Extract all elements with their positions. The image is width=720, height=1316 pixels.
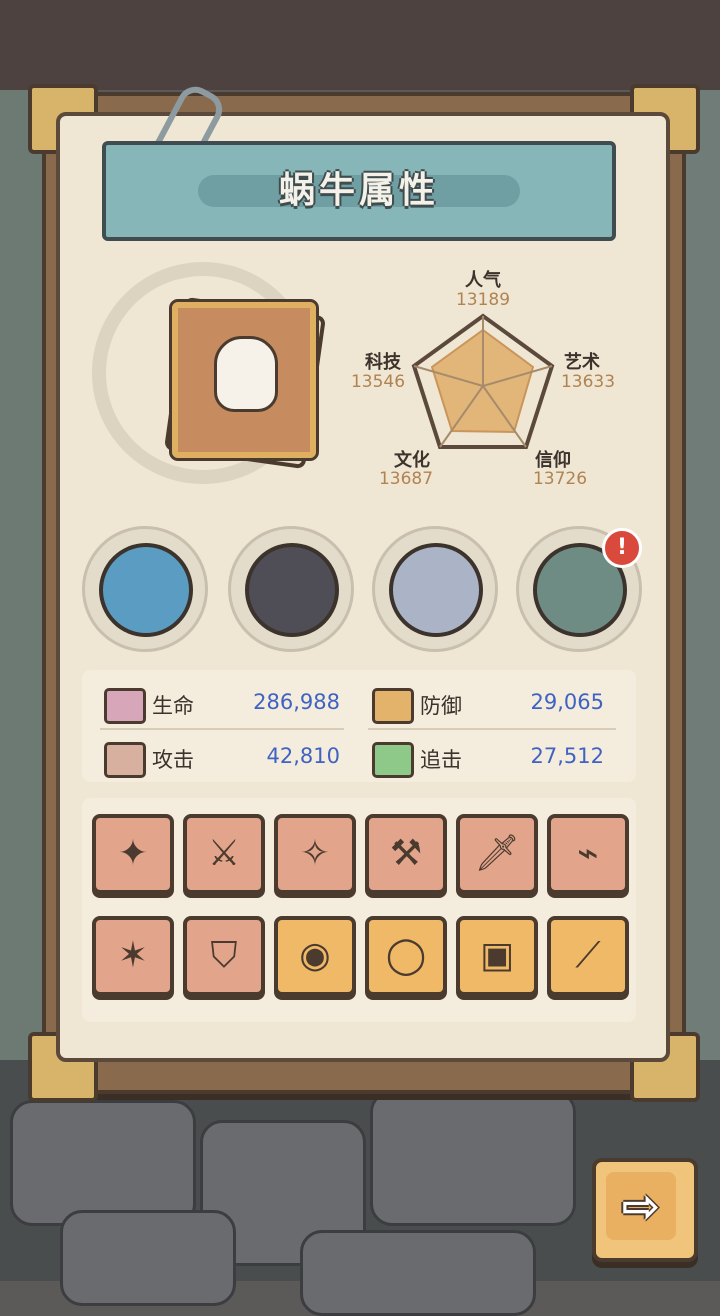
equipment-slot[interactable]: ✧: [274, 814, 356, 894]
equipment-slot[interactable]: ▣: [456, 916, 538, 996]
equipment-slot[interactable]: ✦: [92, 814, 174, 894]
equipment-slot[interactable]: ⚔: [183, 814, 265, 894]
golden-helmet-icon: ⛉: [210, 935, 238, 976]
defense-icon: [372, 688, 414, 724]
attr-value-pursuit: 27,512: [530, 744, 604, 768]
health-icon: [104, 688, 146, 724]
goggles-icon: ◉: [299, 935, 331, 976]
ring-icon: ◯: [385, 935, 427, 976]
rock: [60, 1210, 236, 1306]
stat-value-popularity: 13189: [455, 290, 511, 310]
stat-value-art: 13633: [560, 372, 616, 392]
spear-icon: ✶: [117, 935, 149, 976]
compass-icon: [389, 543, 483, 637]
rock: [370, 1090, 576, 1226]
stat-value-culture: 13687: [378, 469, 434, 489]
dragon-relic-icon: [99, 543, 193, 637]
equipment-slot[interactable]: ⚒: [365, 814, 447, 894]
stat-label-tech: 科技: [365, 352, 401, 373]
dark-shell-icon: [245, 543, 339, 637]
page-title: 蜗牛属性: [278, 170, 439, 211]
next-button[interactable]: ⇨: [592, 1158, 698, 1262]
divider: [100, 728, 344, 730]
pursuit-icon: [372, 742, 414, 778]
crystal-blade-icon: ⚔: [207, 833, 241, 874]
war-hammer-icon: ⚒: [389, 833, 423, 874]
attr-label-health: 生命: [152, 694, 194, 718]
alert-badge: !: [602, 528, 642, 568]
arrow-right-icon: ⇨: [606, 1172, 676, 1240]
stat-label-popularity: 人气: [465, 270, 501, 291]
slingshot-icon: ✧: [299, 833, 331, 874]
attr-label-pursuit: 追击: [420, 748, 462, 772]
stat-value-faith: 13726: [532, 469, 588, 489]
attr-value-defense: 29,065: [530, 690, 604, 714]
title-banner: 蜗牛属性: [102, 141, 616, 241]
rock: [300, 1230, 536, 1316]
attr-value-attack: 42,810: [266, 744, 340, 768]
equipment-slot[interactable]: ⛉: [183, 916, 265, 996]
blaster-icon: ⌁: [577, 833, 599, 874]
equipment-slot[interactable]: ✶: [92, 916, 174, 996]
vest-armor-icon: ▣: [479, 935, 514, 976]
stat-label-art: 艺术: [564, 352, 600, 373]
snail-portrait[interactable]: [169, 299, 319, 461]
attribute-panel: 生命 286,988 防御 29,065 攻击 42,810 追击 27,512: [82, 670, 636, 782]
background-top: [0, 0, 720, 90]
stat-value-tech: 13546: [350, 372, 406, 392]
divider: [368, 728, 616, 730]
attr-label-attack: 攻击: [152, 748, 194, 772]
equipment-slot[interactable]: ⌁: [547, 814, 629, 894]
rock: [10, 1100, 196, 1226]
character-face-icon: [214, 336, 278, 412]
slot-dragon-relic[interactable]: [82, 526, 208, 652]
sword-icon: 🗡: [474, 833, 520, 874]
slot-compass[interactable]: [372, 526, 498, 652]
equipment-slot[interactable]: 🗡: [456, 814, 538, 894]
attr-value-health: 286,988: [253, 690, 340, 714]
slot-dark-shell[interactable]: [228, 526, 354, 652]
equipment-slot[interactable]: ◯: [365, 916, 447, 996]
skull-mace-icon: ✦: [117, 833, 149, 874]
dagger-icon: ⟋: [575, 935, 601, 976]
equipment-slot[interactable]: ⟋: [547, 916, 629, 996]
attr-label-defense: 防御: [420, 694, 462, 718]
equipment-slot[interactable]: ◉: [274, 916, 356, 996]
attack-icon: [104, 742, 146, 778]
